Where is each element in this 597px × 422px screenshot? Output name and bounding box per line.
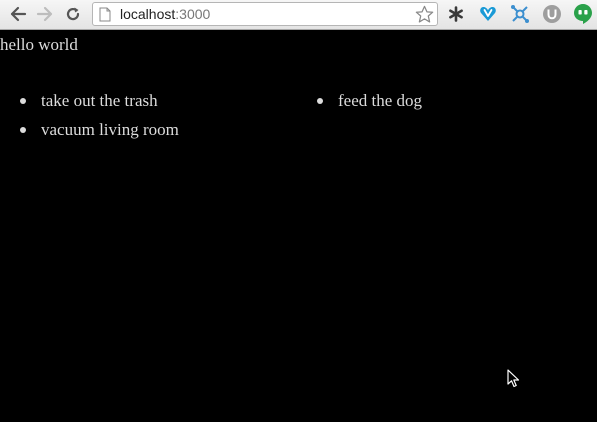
list-item: take out the trash (19, 90, 179, 119)
star-icon[interactable] (415, 5, 434, 24)
back-button[interactable] (8, 4, 28, 24)
url-host: localhost (120, 6, 176, 22)
url-port: :3000 (175, 6, 211, 22)
browser-toolbar: localhost:3000 (0, 0, 597, 30)
bullet-icon (20, 98, 26, 104)
asterisk-extension-icon (449, 6, 463, 22)
page-heading: hello world (0, 35, 78, 54)
forward-arrow-icon (36, 6, 53, 22)
todo-list-right: feed the dog (316, 90, 422, 119)
address-bar[interactable]: localhost:3000 (92, 2, 438, 26)
reload-icon (66, 7, 80, 21)
hangouts-extension-button[interactable] (572, 3, 594, 25)
u-extension-icon (543, 5, 561, 23)
list-item-text: vacuum living room (41, 120, 179, 139)
list-item-text: feed the dog (338, 91, 423, 110)
back-arrow-icon (10, 6, 27, 22)
hangouts-extension-icon (574, 4, 592, 24)
reload-button[interactable] (63, 4, 83, 24)
molecule-extension-button[interactable] (509, 3, 531, 25)
heart-extension-icon (480, 6, 496, 22)
bullet-icon (317, 98, 323, 104)
u-extension-button[interactable] (541, 3, 563, 25)
forward-button[interactable] (35, 4, 55, 24)
page-content: hello world take out the trash vacuum li… (0, 31, 597, 422)
list-item-text: take out the trash (41, 91, 158, 110)
todo-list-left: take out the trash vacuum living room (19, 90, 179, 148)
page-icon (99, 7, 111, 22)
asterisk-extension-button[interactable] (445, 3, 467, 25)
url-text: localhost:3000 (120, 6, 210, 22)
heart-extension-button[interactable] (477, 3, 499, 25)
list-item: vacuum living room (19, 119, 179, 148)
mouse-cursor-icon (507, 369, 520, 388)
list-item: feed the dog (316, 90, 422, 119)
bullet-icon (20, 127, 26, 133)
molecule-extension-icon (511, 5, 529, 23)
